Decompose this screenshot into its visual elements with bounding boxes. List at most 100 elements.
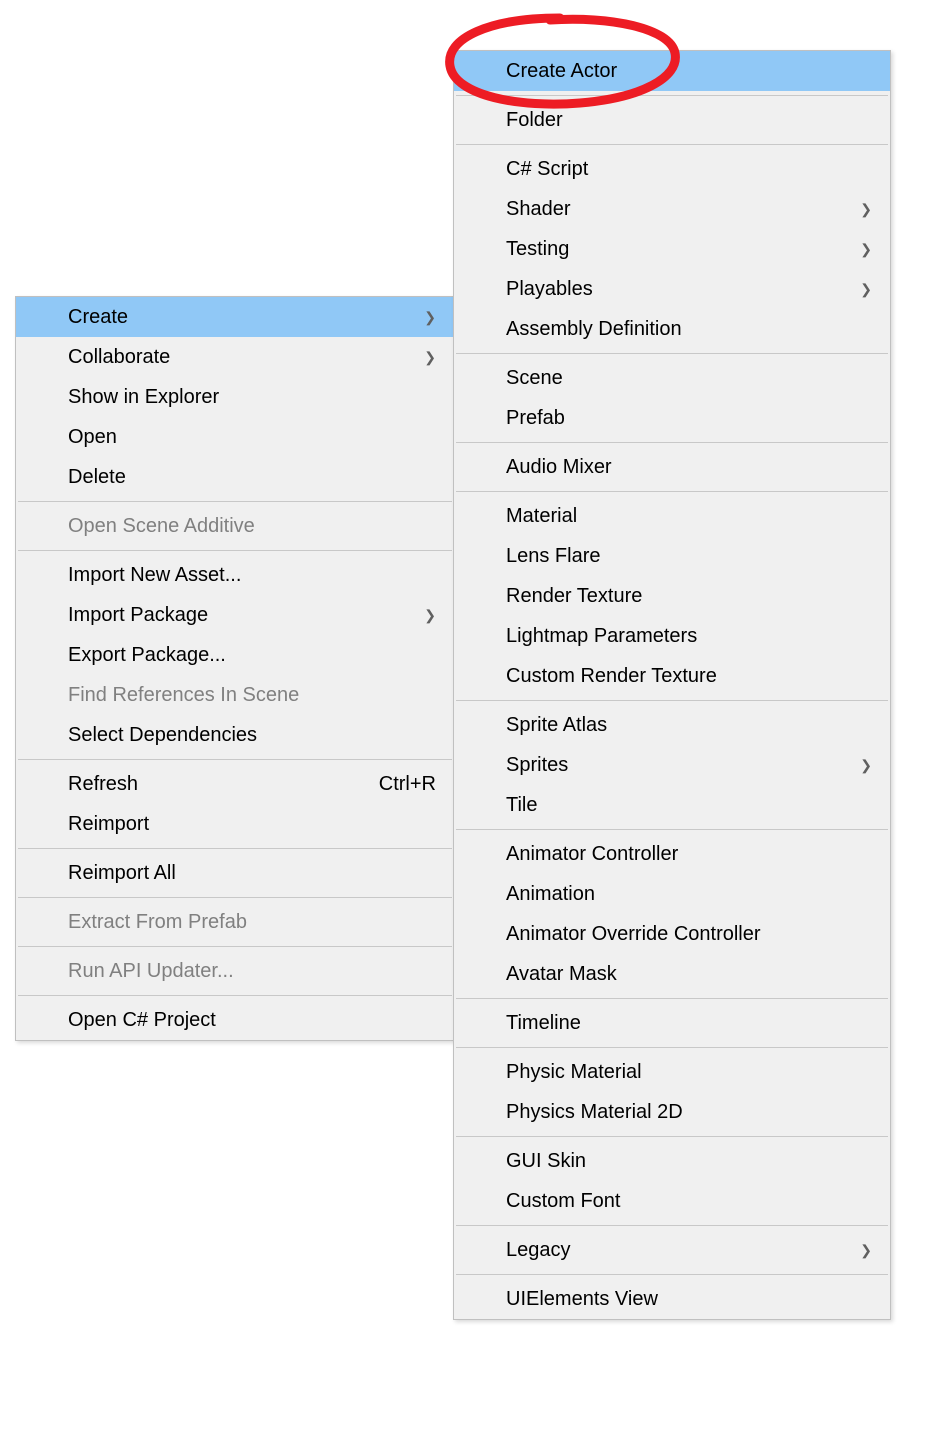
menu-item-tile[interactable]: Tile [454, 785, 890, 825]
menu-item-label: Find References In Scene [68, 684, 436, 707]
menu-item-show-in-explorer[interactable]: Show in Explorer [16, 377, 454, 417]
menu-item-label: Import Package [68, 604, 416, 627]
menu-item-label: Reimport [68, 813, 436, 836]
menu-separator [18, 759, 452, 760]
menu-item-extract-from-prefab: Extract From Prefab [16, 902, 454, 942]
menu-item-label: Refresh [68, 773, 359, 796]
submenu-arrow-icon: ❯ [860, 241, 872, 258]
menu-item-timeline[interactable]: Timeline [454, 1003, 890, 1043]
menu-item-label: Reimport All [68, 862, 436, 885]
menu-item-legacy[interactable]: Legacy ❯ [454, 1230, 890, 1270]
menu-separator [18, 995, 452, 996]
menu-separator [456, 829, 888, 830]
menu-item-label: Import New Asset... [68, 564, 436, 587]
menu-item-render-texture[interactable]: Render Texture [454, 576, 890, 616]
menu-item-delete[interactable]: Delete [16, 457, 454, 497]
menu-item-label: Lens Flare [506, 545, 872, 568]
menu-item-label: Animator Controller [506, 843, 872, 866]
menu-item-label: Extract From Prefab [68, 911, 436, 934]
menu-item-physic-material[interactable]: Physic Material [454, 1052, 890, 1092]
menu-item-label: Legacy [506, 1239, 852, 1262]
menu-item-physics-material-2d[interactable]: Physics Material 2D [454, 1092, 890, 1132]
menu-item-collaborate[interactable]: Collaborate ❯ [16, 337, 454, 377]
menu-item-label: Folder [506, 109, 872, 132]
menu-item-material[interactable]: Material [454, 496, 890, 536]
menu-item-sprites[interactable]: Sprites ❯ [454, 745, 890, 785]
submenu-arrow-icon: ❯ [424, 309, 436, 326]
menu-item-avatar-mask[interactable]: Avatar Mask [454, 954, 890, 994]
menu-separator [456, 353, 888, 354]
menu-item-animation[interactable]: Animation [454, 874, 890, 914]
menu-separator [456, 998, 888, 999]
menu-item-refresh[interactable]: RefreshCtrl+R [16, 764, 454, 804]
menu-item-label: Create Actor [506, 60, 872, 83]
menu-item-uielements-view[interactable]: UIElements View [454, 1279, 890, 1319]
menu-item-create[interactable]: Create❯ [16, 297, 454, 337]
menu-item-label: Physics Material 2D [506, 1101, 872, 1124]
menu-item-label: Custom Font [506, 1190, 872, 1213]
menu-separator [456, 700, 888, 701]
menu-item-export-package[interactable]: Export Package... [16, 635, 454, 675]
menu-item-open-c-project[interactable]: Open C# Project [16, 1000, 454, 1040]
menu-item-label: Sprite Atlas [506, 714, 872, 737]
menu-item-create-actor[interactable]: Create Actor [454, 51, 890, 91]
menu-item-audio-mixer[interactable]: Audio Mixer [454, 447, 890, 487]
menu-item-label: Animation [506, 883, 872, 906]
menu-item-select-dependencies[interactable]: Select Dependencies [16, 715, 454, 755]
menu-item-custom-font[interactable]: Custom Font [454, 1181, 890, 1221]
menu-item-label: Render Texture [506, 585, 872, 608]
menu-item-animator-controller[interactable]: Animator Controller [454, 834, 890, 874]
menu-item-label: Collaborate [68, 346, 416, 369]
menu-item-run-api-updater: Run API Updater... [16, 951, 454, 991]
menu-item-scene[interactable]: Scene [454, 358, 890, 398]
menu-item-testing[interactable]: Testing ❯ [454, 229, 890, 269]
menu-separator [18, 501, 452, 502]
submenu-arrow-icon: ❯ [424, 349, 436, 366]
menu-item-label: Show in Explorer [68, 386, 436, 409]
menu-item-open[interactable]: Open [16, 417, 454, 457]
menu-item-label: Run API Updater... [68, 960, 436, 983]
menu-item-label: Select Dependencies [68, 724, 436, 747]
menu-item-import-package[interactable]: Import Package ❯ [16, 595, 454, 635]
menu-item-lightmap-parameters[interactable]: Lightmap Parameters [454, 616, 890, 656]
menu-item-shader[interactable]: Shader❯ [454, 189, 890, 229]
menu-item-label: Testing [506, 238, 852, 261]
context-menu-left: Create❯ Collaborate ❯ Show in Explorer OpenD… [15, 296, 455, 1041]
menu-item-custom-render-texture[interactable]: Custom Render Texture [454, 656, 890, 696]
menu-item-open-scene-additive: Open Scene Additive [16, 506, 454, 546]
submenu-arrow-icon: ❯ [860, 1242, 872, 1259]
menu-item-assembly-definition[interactable]: Assembly Definition [454, 309, 890, 349]
submenu-arrow-icon: ❯ [860, 281, 872, 298]
submenu-arrow-icon: ❯ [860, 201, 872, 218]
menu-separator [18, 897, 452, 898]
menu-separator [456, 144, 888, 145]
menu-item-reimport-all[interactable]: Reimport All [16, 853, 454, 893]
menu-item-sprite-atlas[interactable]: Sprite Atlas [454, 705, 890, 745]
menu-item-prefab[interactable]: Prefab [454, 398, 890, 438]
menu-item-label: Custom Render Texture [506, 665, 872, 688]
menu-item-label: Playables [506, 278, 852, 301]
menu-separator [456, 491, 888, 492]
menu-item-gui-skin[interactable]: GUI Skin [454, 1141, 890, 1181]
menu-item-c-script[interactable]: C# Script [454, 149, 890, 189]
menu-item-animator-override-controller[interactable]: Animator Override Controller [454, 914, 890, 954]
menu-item-label: Material [506, 505, 872, 528]
menu-item-label: Sprites [506, 754, 852, 777]
context-menu-right: Create ActorFolderC# ScriptShader❯Testin… [453, 50, 891, 1320]
menu-separator [456, 442, 888, 443]
menu-item-label: GUI Skin [506, 1150, 872, 1173]
menu-separator [456, 1047, 888, 1048]
menu-item-label: Assembly Definition [506, 318, 872, 341]
menu-separator [456, 1136, 888, 1137]
menu-item-import-new-asset[interactable]: Import New Asset... [16, 555, 454, 595]
menu-separator [18, 848, 452, 849]
menu-item-label: Tile [506, 794, 872, 817]
menu-item-reimport[interactable]: Reimport [16, 804, 454, 844]
menu-separator [456, 1274, 888, 1275]
menu-item-playables[interactable]: Playables ❯ [454, 269, 890, 309]
menu-item-folder[interactable]: Folder [454, 100, 890, 140]
submenu-arrow-icon: ❯ [424, 607, 436, 624]
menu-item-lens-flare[interactable]: Lens Flare [454, 536, 890, 576]
menu-item-label: Prefab [506, 407, 872, 430]
submenu-arrow-icon: ❯ [860, 757, 872, 774]
